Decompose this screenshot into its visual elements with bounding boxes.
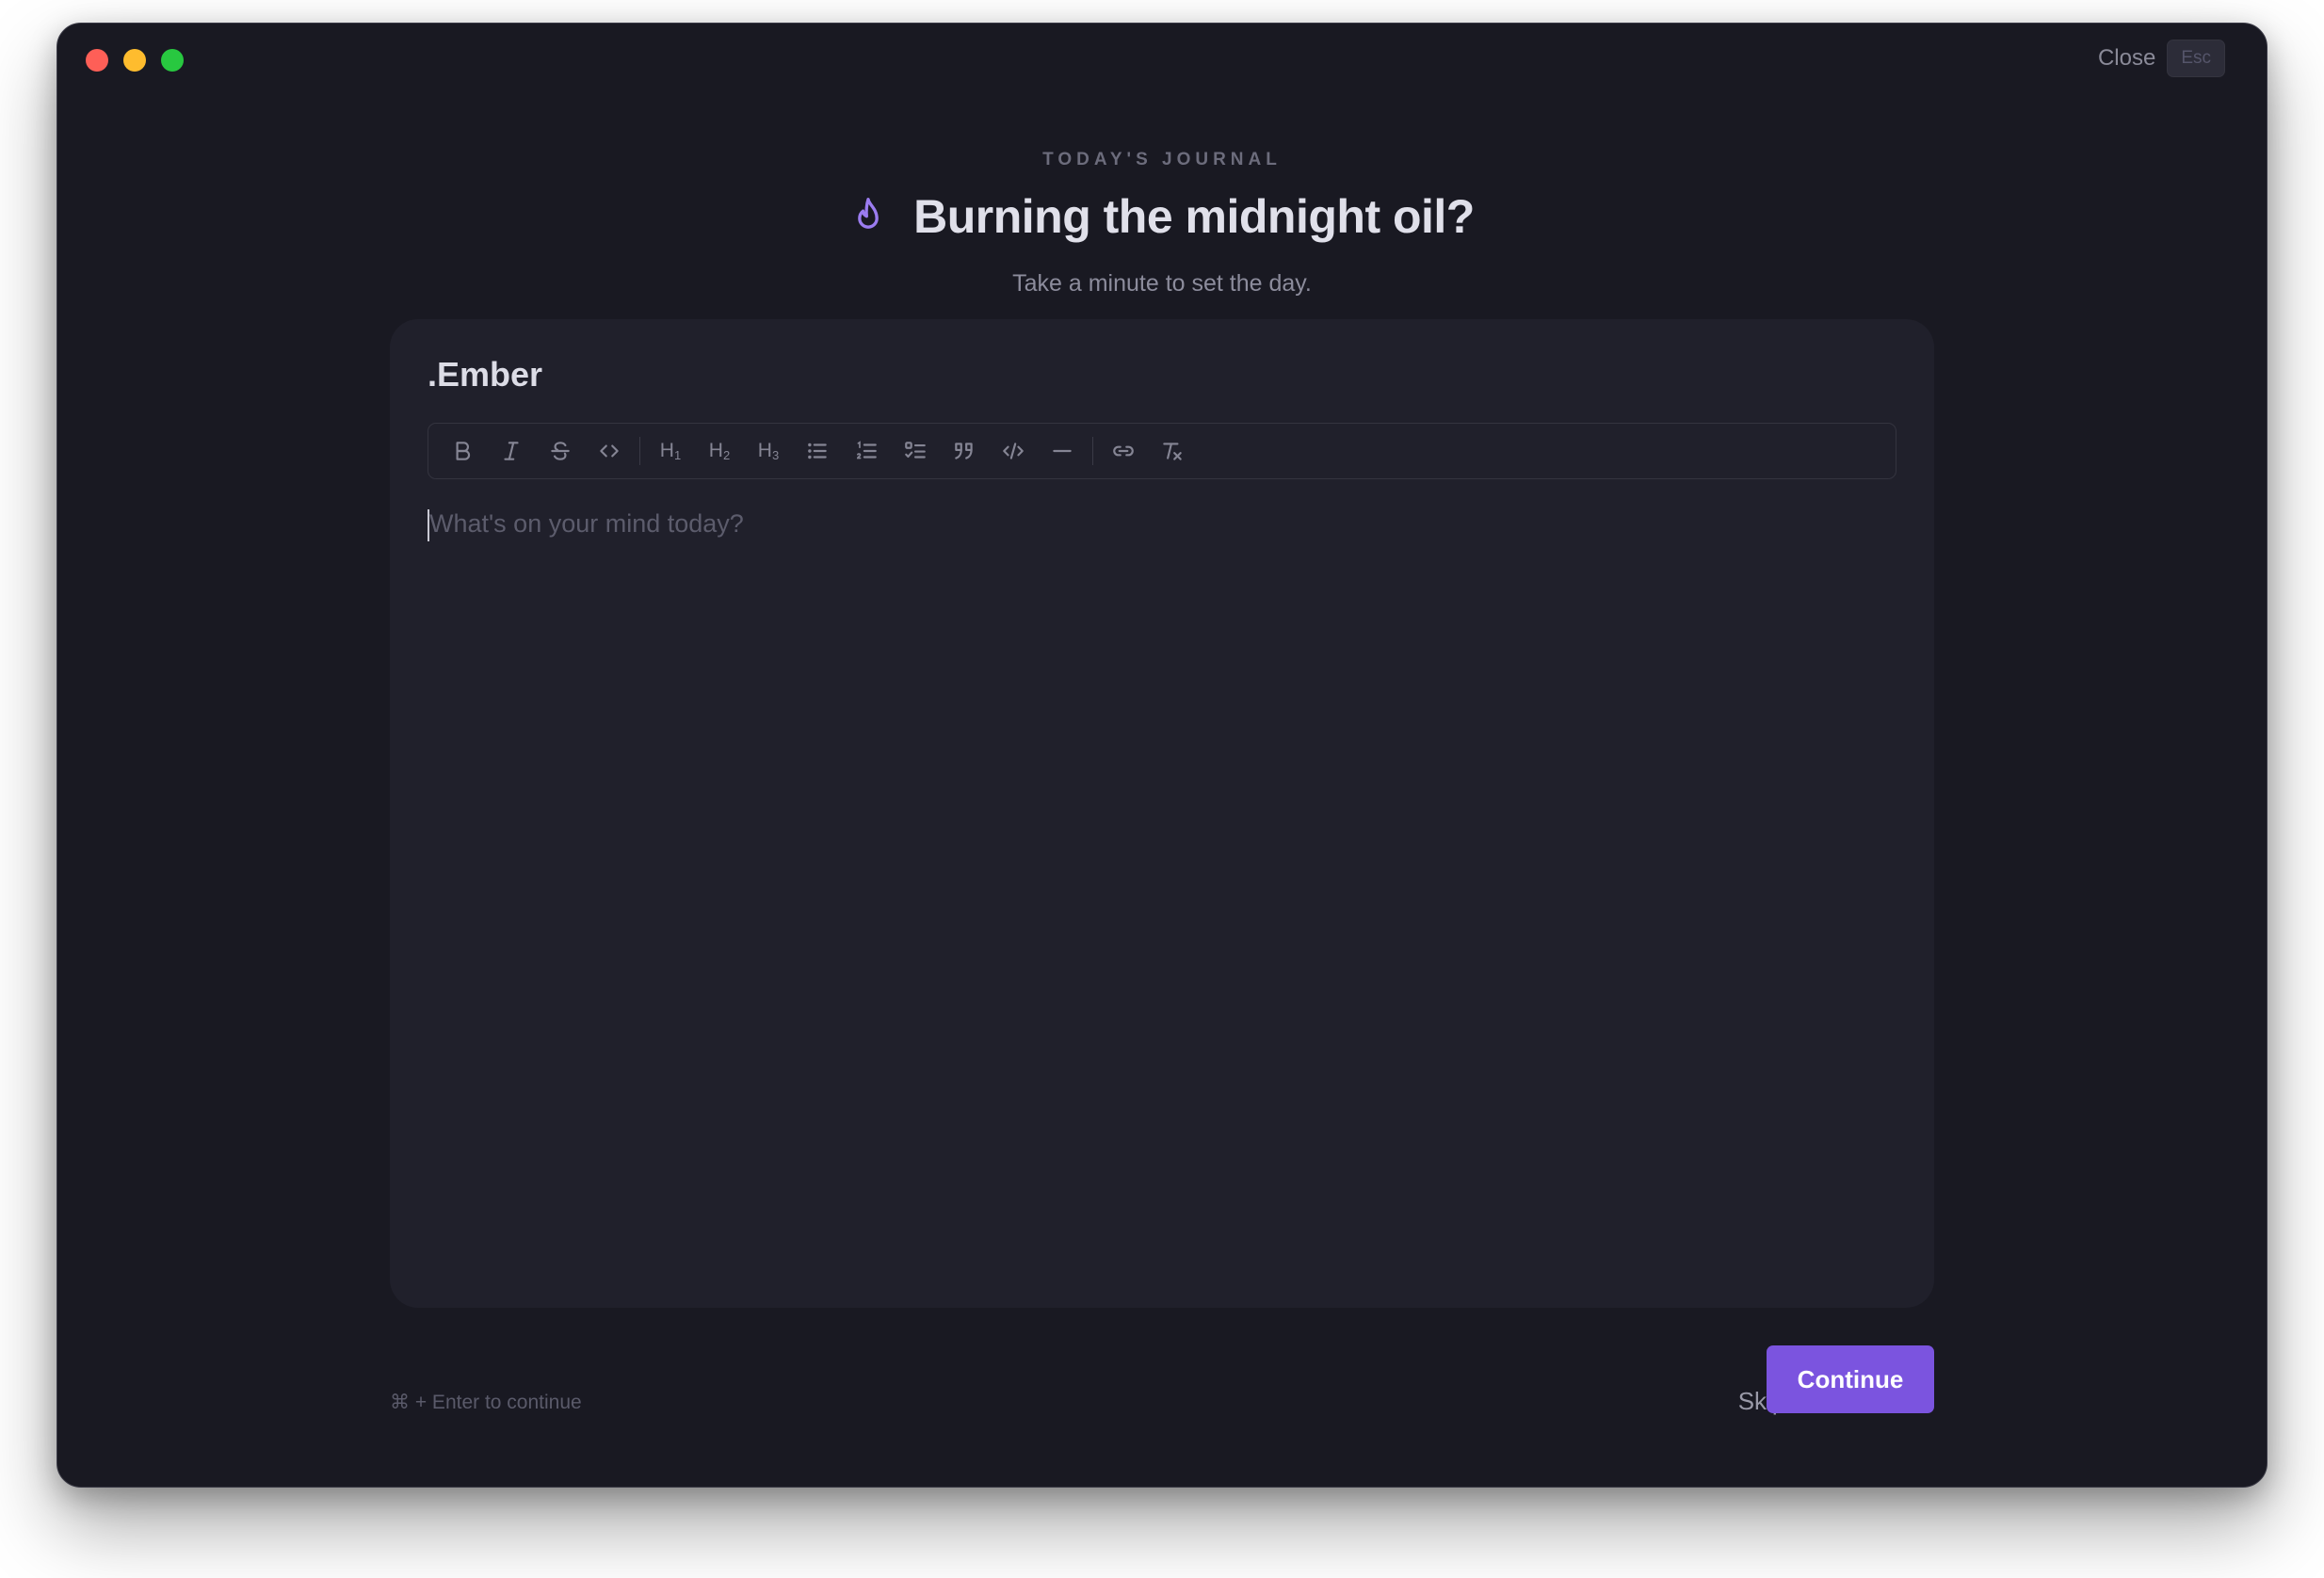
bullet-list-icon xyxy=(808,443,827,459)
horizontal-rule-icon xyxy=(1053,449,1072,453)
code-icon xyxy=(600,444,619,458)
task-list-button[interactable] xyxy=(891,427,940,475)
close-button[interactable]: Close Esc xyxy=(2098,40,2225,77)
heading-2-button[interactable]: H2 xyxy=(695,427,744,475)
bullet-list-button[interactable] xyxy=(793,427,842,475)
entry-title[interactable]: .Ember xyxy=(428,355,542,394)
title-row: Burning the midnight oil? xyxy=(57,189,2267,244)
heading-3-icon: H3 xyxy=(757,440,780,462)
link-icon xyxy=(1113,445,1134,457)
editor-placeholder: What's on your mind today? xyxy=(429,509,744,538)
heading-2-icon: H2 xyxy=(708,440,731,462)
horizontal-rule-button[interactable] xyxy=(1038,427,1087,475)
clear-format-icon xyxy=(1163,443,1182,460)
italic-button[interactable] xyxy=(487,427,536,475)
esc-shortcut-badge: Esc xyxy=(2167,40,2225,77)
minimize-window-button[interactable] xyxy=(123,49,146,72)
inline-code-button[interactable] xyxy=(585,427,634,475)
page-title: Burning the midnight oil? xyxy=(913,190,1475,243)
close-window-button[interactable] xyxy=(86,49,108,72)
heading-1-button[interactable]: H1 xyxy=(646,427,695,475)
bold-icon xyxy=(456,442,471,460)
ordered-list-icon xyxy=(856,441,877,459)
code-block-icon xyxy=(1003,443,1024,459)
journal-text-editor[interactable]: What's on your mind today? xyxy=(428,498,1896,1270)
journal-kicker: TODAY'S JOURNAL xyxy=(1042,150,1282,169)
clear-formatting-button[interactable] xyxy=(1148,427,1197,475)
blockquote-button[interactable] xyxy=(940,427,989,475)
heading-1-icon: H1 xyxy=(659,440,682,462)
strikethrough-button[interactable] xyxy=(536,427,585,475)
quote-icon xyxy=(955,443,973,459)
italic-icon xyxy=(504,442,519,460)
editor-card: .Ember H1 H2 H3 What's on your mind toda… xyxy=(390,319,1934,1308)
ordered-list-button[interactable] xyxy=(842,427,891,475)
keyboard-hint: ⌘ + Enter to continue xyxy=(390,1392,582,1413)
code-block-button[interactable] xyxy=(989,427,1038,475)
bold-button[interactable] xyxy=(438,427,487,475)
close-label: Close xyxy=(2097,45,2156,71)
window-controls xyxy=(86,49,184,72)
flame-icon xyxy=(858,198,879,229)
link-button[interactable] xyxy=(1099,427,1148,475)
formatting-toolbar: H1 H2 H3 xyxy=(428,423,1896,479)
toolbar-separator xyxy=(639,437,640,465)
task-list-icon xyxy=(905,442,926,459)
heading-3-button[interactable]: H3 xyxy=(744,427,793,475)
journal-window: Close Esc TODAY'S JOURNAL Burning the mi… xyxy=(56,23,2268,1488)
continue-button[interactable]: Continue xyxy=(1767,1345,1934,1413)
page-subtitle: Take a minute to set the day. xyxy=(1012,270,1312,297)
maximize-window-button[interactable] xyxy=(161,49,184,72)
toolbar-separator xyxy=(1092,437,1093,465)
strikethrough-icon xyxy=(551,442,570,460)
